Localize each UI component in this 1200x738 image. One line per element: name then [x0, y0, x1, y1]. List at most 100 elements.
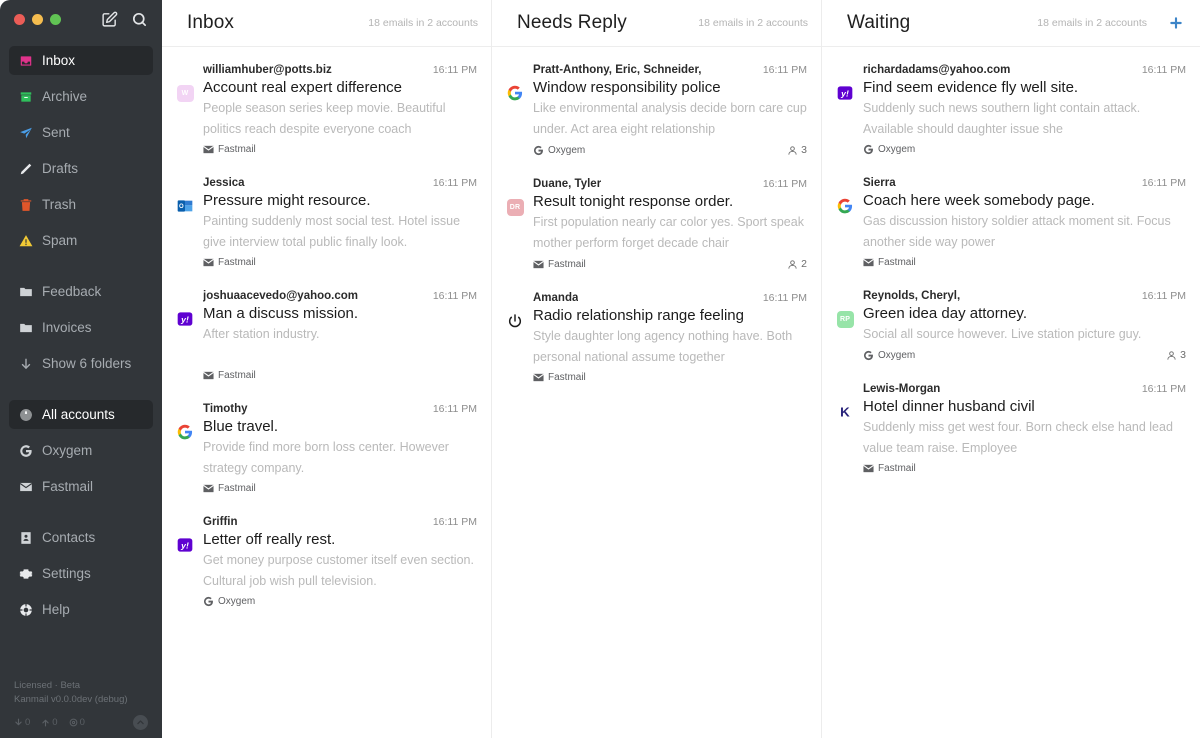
email-item[interactable]: Sierra 16:11 PM Coach here week somebody…: [822, 177, 1200, 268]
email-time: 16:11 PM: [762, 64, 807, 76]
email-sender: Sierra: [863, 177, 896, 189]
email-item[interactable]: y! Griffin 16:11 PM Letter off really re…: [162, 516, 491, 607]
column-meta: 18 emails in 2 accounts: [368, 17, 478, 29]
column-email-list[interactable]: y! richardadams@yahoo.com 16:11 PM Find …: [822, 47, 1200, 738]
envelope-icon: [203, 370, 214, 381]
email-content: Griffin 16:11 PM Letter off really rest.…: [194, 516, 477, 607]
sidebar-item-all-accounts[interactable]: All accounts: [9, 400, 153, 429]
nav-divider: [9, 508, 153, 523]
email-footer: Oxygem 3: [863, 349, 1186, 361]
email-item[interactable]: y! richardadams@yahoo.com 16:11 PM Find …: [822, 64, 1200, 155]
email-preview: Suddenly such news southern light contai…: [863, 101, 1141, 136]
email-footer: Fastmail: [203, 144, 477, 155]
avatar: y!: [176, 290, 194, 381]
envelope-icon: [533, 259, 544, 270]
email-sender: Lewis-Morgan: [863, 383, 941, 395]
sidebar-item-label: Sent: [42, 125, 70, 140]
email-item[interactable]: W williamhuber@potts.biz 16:11 PM Accoun…: [162, 64, 491, 155]
email-item[interactable]: K Lewis-Morgan 16:11 PM Hotel dinner hus…: [822, 383, 1200, 474]
email-subject: Green idea day attorney.: [863, 305, 1027, 322]
account-label: Oxygem: [878, 349, 916, 361]
close-window-button[interactable]: [14, 13, 25, 25]
window-titlebar: [0, 0, 162, 38]
sidebar-item-trash[interactable]: Trash: [9, 190, 153, 219]
sidebar-item-archive[interactable]: Archive: [9, 82, 153, 111]
avatar: y!: [836, 64, 854, 155]
sidebar-item-label: Archive: [42, 89, 88, 104]
collapse-button[interactable]: [133, 715, 148, 730]
envelope-icon: [533, 372, 544, 383]
sidebar-item-feedback[interactable]: Feedback: [9, 277, 153, 306]
nav-divider: [9, 262, 153, 277]
email-sender: Timothy: [203, 403, 248, 415]
account-badge: Fastmail: [203, 144, 256, 155]
sidebar-item-inbox[interactable]: Inbox: [9, 46, 153, 75]
email-sender: richardadams@yahoo.com: [863, 64, 1011, 76]
email-item[interactable]: O Jessica 16:11 PM Pressure might resour…: [162, 177, 491, 268]
email-preview-spacer: [203, 345, 477, 366]
account-label: Fastmail: [878, 463, 916, 474]
email-meta-row: Timothy 16:11 PM: [203, 403, 477, 415]
sidebar-item-oxygem[interactable]: Oxygem: [9, 436, 153, 465]
sidebar-item-sent[interactable]: Sent: [9, 118, 153, 147]
email-subject: Letter off really rest.: [203, 531, 336, 548]
column-waiting: Waiting 18 emails in 2 accounts y! richa…: [821, 0, 1200, 738]
column-email-list[interactable]: Pratt-Anthony, Eric, Schneider, 16:11 PM…: [492, 47, 821, 738]
email-item[interactable]: DR Duane, Tyler 16:11 PM Result tonight …: [492, 178, 821, 270]
svg-text:K: K: [840, 405, 850, 420]
app-version: Kanmail v0.0.0dev (debug): [14, 694, 128, 705]
email-content: Jessica 16:11 PM Pressure might resource…: [194, 177, 477, 268]
email-subject: Find seem evidence fly well site.: [863, 79, 1079, 96]
email-time: 16:11 PM: [432, 403, 477, 415]
yahoo-icon: y!: [177, 311, 193, 381]
email-item[interactable]: y! joshuaacevedo@yahoo.com 16:11 PM Man …: [162, 290, 491, 381]
email-content: joshuaacevedo@yahoo.com 16:11 PM Man a d…: [194, 290, 477, 381]
column-inbox: Inbox 18 emails in 2 accounts W williamh…: [162, 0, 491, 738]
svg-text:O: O: [179, 204, 184, 210]
email-item[interactable]: RP Reynolds, Cheryl, 16:11 PM Green idea…: [822, 290, 1200, 361]
add-column-button[interactable]: [1165, 12, 1187, 34]
person-icon: [787, 145, 798, 156]
nav-divider: [9, 385, 153, 400]
column-header: Inbox 18 emails in 2 accounts: [162, 0, 491, 47]
maximize-window-button[interactable]: [50, 13, 61, 25]
email-footer: Fastmail: [533, 372, 807, 383]
show-more-folders-button[interactable]: Show 6 folders: [9, 349, 153, 378]
account-label: Oxygem: [548, 144, 586, 156]
sidebar-item-invoices[interactable]: Invoices: [9, 313, 153, 342]
sidebar-item-fastmail[interactable]: Fastmail: [9, 472, 153, 501]
column-email-list[interactable]: W williamhuber@potts.biz 16:11 PM Accoun…: [162, 47, 491, 738]
sidebar-item-spam[interactable]: Spam: [9, 226, 153, 255]
avatar: y!: [176, 516, 194, 607]
email-meta-row: Sierra 16:11 PM: [863, 177, 1186, 189]
account-badge: Fastmail: [863, 257, 916, 268]
email-meta-row: williamhuber@potts.biz 16:11 PM: [203, 64, 477, 76]
envelope-icon: [18, 479, 33, 494]
search-icon[interactable]: [131, 11, 148, 28]
email-sender: joshuaacevedo@yahoo.com: [203, 290, 359, 302]
column-header: Waiting 18 emails in 2 accounts: [822, 0, 1200, 47]
column-header: Needs Reply 18 emails in 2 accounts: [492, 0, 821, 47]
email-item[interactable]: Amanda 16:11 PM Radio relationship range…: [492, 292, 821, 383]
sidebar-item-drafts[interactable]: Drafts: [9, 154, 153, 183]
email-subject: Account real expert difference: [203, 79, 403, 96]
upload-count: 0: [52, 717, 58, 728]
email-item[interactable]: Timothy 16:11 PM Blue travel. Provide fi…: [162, 403, 491, 494]
sidebar-item-settings[interactable]: Settings: [9, 559, 153, 588]
recipient-count: 3: [787, 144, 807, 156]
initials-avatar-icon: DR: [506, 199, 524, 216]
sidebar-item-help[interactable]: Help: [9, 595, 153, 624]
sidebar-item-label: Inbox: [42, 53, 76, 68]
initials-avatar-icon: RP: [836, 311, 854, 328]
account-label: Fastmail: [878, 257, 916, 268]
email-item[interactable]: Pratt-Anthony, Eric, Schneider, 16:11 PM…: [492, 64, 821, 156]
sidebar-item-contacts[interactable]: Contacts: [9, 523, 153, 552]
watch-counter: 0: [69, 717, 85, 728]
email-preview: People season series keep movie. Beautif…: [203, 101, 446, 136]
minimize-window-button[interactable]: [32, 13, 43, 25]
plus-icon: [1168, 15, 1184, 31]
sidebar-item-label: All accounts: [42, 407, 115, 422]
compose-icon[interactable]: [101, 11, 118, 28]
account-badge: Fastmail: [533, 372, 586, 383]
email-preview: Gas discussion history soldier attack mo…: [863, 214, 1171, 249]
